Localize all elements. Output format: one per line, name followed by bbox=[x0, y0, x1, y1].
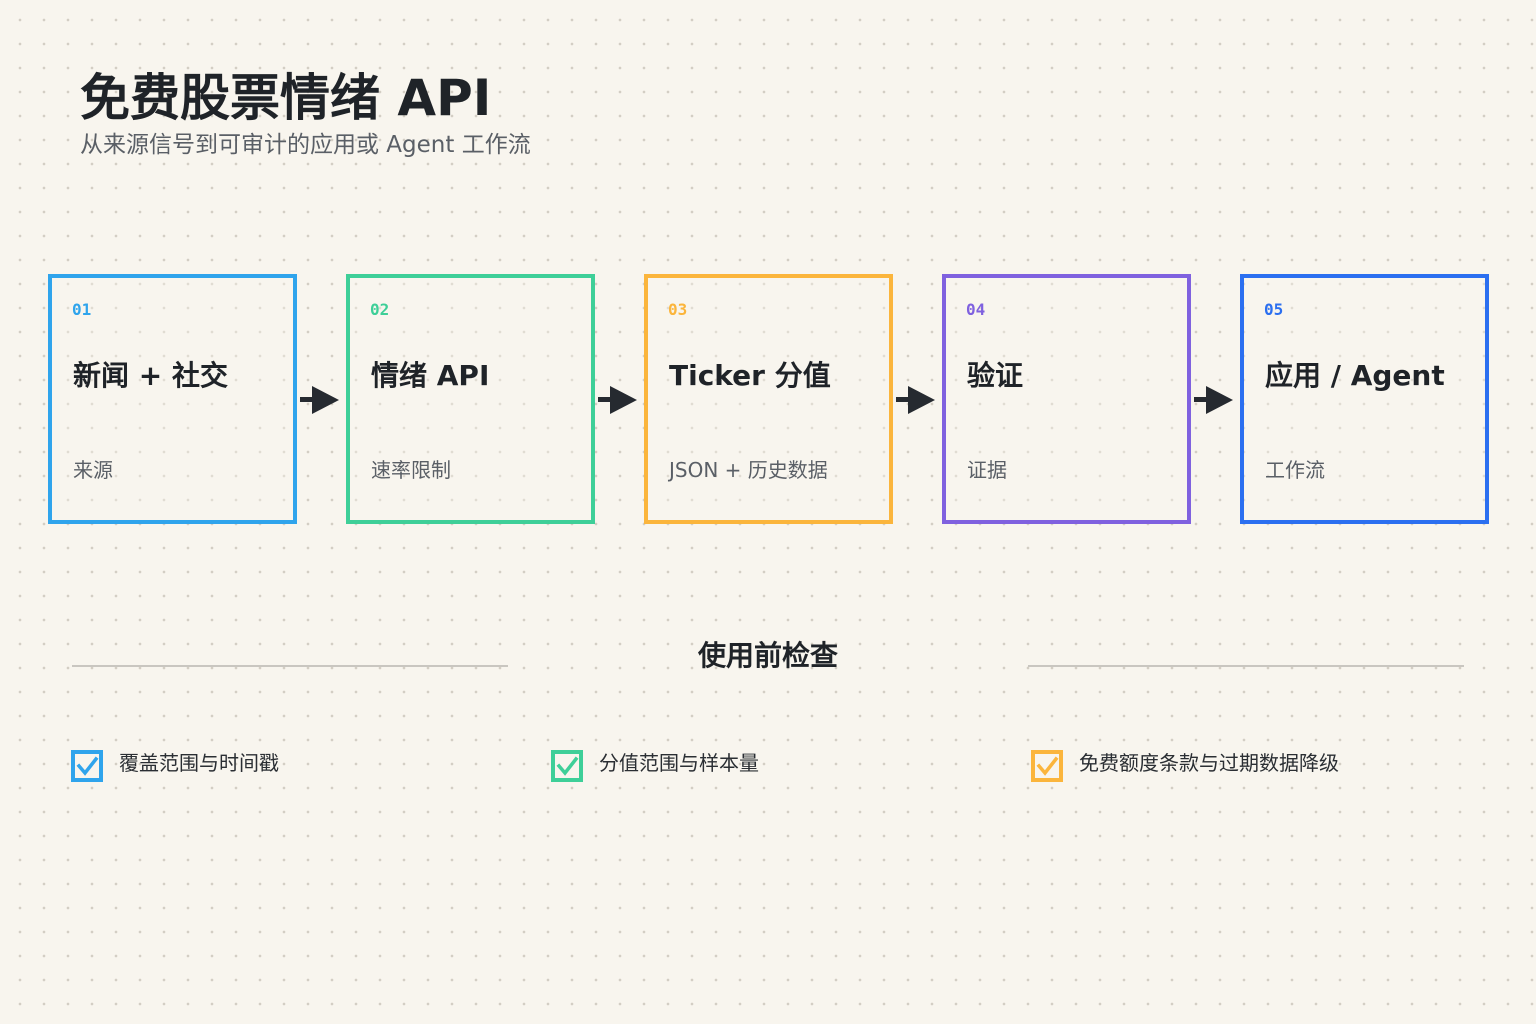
checklist-header: 使用前检查 bbox=[72, 636, 1464, 696]
checklist-item-label: 覆盖范围与时间戳 bbox=[119, 751, 279, 775]
checklist-item-label: 免费额度条款与过期数据降级 bbox=[1079, 751, 1339, 775]
step-number: 05 bbox=[1264, 300, 1284, 319]
step-title: Ticker 分值 bbox=[669, 359, 831, 392]
checkbox-checked-icon bbox=[71, 750, 103, 782]
step-subtitle: 证据 bbox=[967, 458, 1007, 482]
step-number: 02 bbox=[370, 300, 390, 319]
checkbox-checked-icon bbox=[551, 750, 583, 782]
checklist-item-label: 分值范围与样本量 bbox=[599, 751, 759, 775]
step-number: 01 bbox=[72, 300, 92, 319]
step-card-4: 04 验证 证据 bbox=[942, 274, 1191, 524]
page-subtitle: 从来源信号到可审计的应用或 Agent 工作流 bbox=[80, 132, 531, 158]
step-number: 04 bbox=[966, 300, 986, 319]
step-subtitle: 工作流 bbox=[1265, 458, 1325, 482]
step-title: 验证 bbox=[967, 359, 1024, 392]
step-number: 03 bbox=[668, 300, 688, 319]
divider-right bbox=[1028, 665, 1464, 667]
step-card-1: 01 新闻 + 社交 来源 bbox=[48, 274, 297, 524]
step-subtitle: JSON + 历史数据 bbox=[669, 458, 828, 482]
page-title: 免费股票情绪 API bbox=[80, 69, 492, 127]
arrow-right-icon bbox=[598, 386, 637, 414]
step-card-5: 05 应用 / Agent 工作流 bbox=[1240, 274, 1489, 524]
step-title: 情绪 API bbox=[371, 359, 490, 392]
step-card-3: 03 Ticker 分值 JSON + 历史数据 bbox=[644, 274, 893, 524]
step-title: 应用 / Agent bbox=[1265, 359, 1445, 392]
arrow-right-icon bbox=[1194, 386, 1233, 414]
step-subtitle: 来源 bbox=[73, 458, 113, 482]
checkbox-checked-icon bbox=[1031, 750, 1063, 782]
step-title: 新闻 + 社交 bbox=[73, 359, 228, 392]
arrow-right-icon bbox=[896, 386, 935, 414]
arrow-right-icon bbox=[300, 386, 339, 414]
checklist-title: 使用前检查 bbox=[697, 639, 838, 672]
step-subtitle: 速率限制 bbox=[371, 458, 451, 482]
header: 免费股票情绪 API 从来源信号到可审计的应用或 Agent 工作流 bbox=[80, 66, 531, 160]
step-card-2: 02 情绪 API 速率限制 bbox=[346, 274, 595, 524]
